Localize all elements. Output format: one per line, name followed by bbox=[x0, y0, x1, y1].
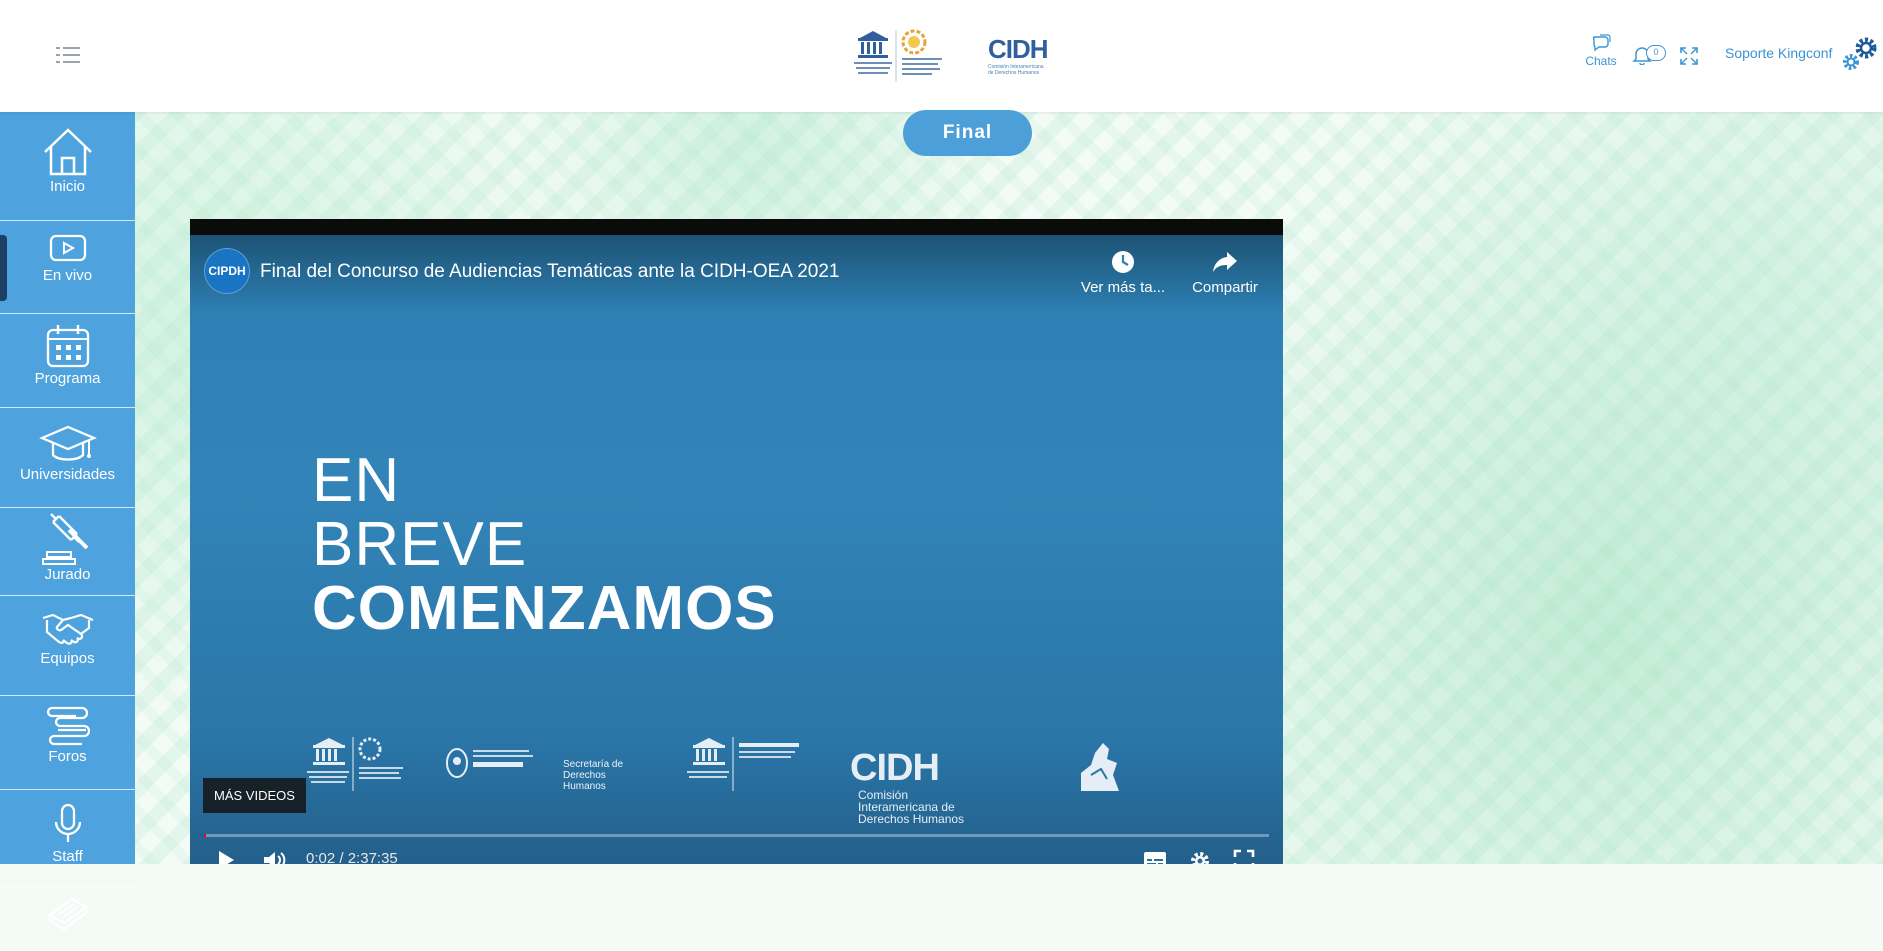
sponsor-unesco-logo bbox=[305, 735, 415, 795]
sponsor-emblem-logo bbox=[1073, 735, 1123, 795]
notifications-count-badge: 0 bbox=[1646, 45, 1666, 61]
sponsor-ministerio-logo bbox=[445, 735, 545, 795]
settings-button[interactable] bbox=[1188, 849, 1212, 864]
sidebar-item-programa[interactable]: Programa bbox=[0, 322, 135, 408]
sidebar-item-staff[interactable]: Staff bbox=[0, 802, 135, 887]
share-button[interactable]: Compartir bbox=[1180, 249, 1270, 296]
video-title[interactable]: Final del Concurso de Audiencias Temátic… bbox=[260, 261, 839, 283]
expand-icon bbox=[1680, 47, 1698, 65]
sidebar-item-label: Foros bbox=[48, 748, 87, 765]
sidebar-item-equipos[interactable]: Equipos bbox=[0, 610, 135, 696]
slide-line-2: BREVE bbox=[312, 510, 528, 579]
microphone-icon bbox=[54, 803, 81, 842]
volume-icon bbox=[264, 852, 286, 864]
sidebar-item-label: Universidades bbox=[19, 466, 116, 483]
sponsor-logos: Secretaría de Derechos Humanos CIDH Comi… bbox=[305, 735, 1165, 825]
sidebar-item-label: Staff bbox=[52, 848, 83, 865]
watch-later-button[interactable]: Ver más ta... bbox=[1073, 249, 1173, 296]
fullscreen-icon bbox=[1233, 849, 1255, 864]
play-button[interactable] bbox=[216, 849, 236, 864]
calendar-icon bbox=[46, 325, 89, 368]
gears-icon bbox=[1843, 37, 1877, 70]
sponsor-cidh-name: Comisión Interamericana de Derechos Huma… bbox=[858, 788, 965, 826]
final-stage-button[interactable]: Final bbox=[903, 110, 1032, 156]
clock-icon bbox=[1112, 251, 1134, 273]
chats-label: Chats bbox=[1585, 54, 1617, 68]
volume-button[interactable] bbox=[262, 849, 288, 864]
video-frame[interactable]: CIPDH Final del Concurso de Audiencias T… bbox=[190, 235, 1283, 864]
watch-later-label: Ver más ta... bbox=[1080, 279, 1166, 296]
slide-line-1: EN bbox=[312, 446, 401, 515]
time-separator: / bbox=[335, 850, 348, 864]
subtitles-button[interactable] bbox=[1143, 851, 1167, 864]
sidebar-item-label: Programa bbox=[34, 370, 101, 387]
video-progress-fill bbox=[204, 834, 207, 837]
notifications-button[interactable]: 0 bbox=[1632, 45, 1666, 70]
sidebar-item-foros[interactable]: Foros bbox=[0, 704, 135, 790]
chats-button[interactable]: Chats bbox=[1585, 34, 1617, 68]
cidh-logo: CIDH Comisión Interamericana de Derechos… bbox=[988, 36, 1050, 76]
support-link[interactable]: Soporte Kingconf bbox=[1725, 45, 1832, 61]
sponsor-cidh-logo: CIDH Comisión Interamericana de Derechos… bbox=[850, 747, 1050, 825]
gavel-icon bbox=[41, 513, 88, 565]
sidebar-item-book[interactable] bbox=[0, 891, 135, 951]
play-icon bbox=[219, 851, 234, 864]
sponsor-montevideo-logo bbox=[685, 735, 815, 795]
sidebar-item-label: Inicio bbox=[49, 178, 86, 195]
chat-bubble-icon bbox=[1592, 34, 1611, 52]
play-icon bbox=[49, 234, 86, 262]
menu-toggle-icon[interactable] bbox=[56, 46, 80, 64]
sidebar-item-en-vivo[interactable]: En vivo bbox=[0, 233, 135, 314]
settings-gears-button[interactable] bbox=[1840, 34, 1880, 79]
slide-line-3: COMENZAMOS bbox=[312, 574, 777, 643]
video-controls: 0:02 / 2:37:35 bbox=[190, 839, 1283, 864]
channel-avatar[interactable]: CIPDH bbox=[204, 248, 250, 294]
sidebar-item-label: En vivo bbox=[42, 267, 93, 284]
slide-headline: EN BREVE COMENZAMOS bbox=[312, 450, 777, 640]
sponsor-secretaria-text: Secretaría de Derechos Humanos bbox=[563, 759, 624, 792]
top-header: CIDH Comisión Interamericana de Derechos… bbox=[0, 0, 1883, 112]
time-current: 0:02 bbox=[306, 850, 336, 864]
unesco-logo bbox=[852, 28, 952, 84]
home-icon bbox=[43, 128, 92, 176]
handshake-icon bbox=[42, 613, 93, 645]
graduation-cap-icon bbox=[38, 425, 97, 461]
forum-icon bbox=[46, 706, 90, 746]
video-time: 0:02 / 2:37:35 bbox=[306, 850, 398, 864]
sidebar-item-jurado[interactable]: Jurado bbox=[0, 510, 135, 596]
video-player[interactable]: CIPDH Final del Concurso de Audiencias T… bbox=[190, 219, 1283, 864]
cidh-logo-text: CIDH bbox=[988, 34, 1049, 64]
share-label: Compartir bbox=[1192, 279, 1258, 296]
fullscreen-button[interactable] bbox=[1679, 46, 1699, 71]
fullscreen-video-button[interactable] bbox=[1233, 849, 1255, 864]
sidebar-item-inicio[interactable]: Inicio bbox=[0, 126, 135, 221]
more-videos-button[interactable]: MÁS VIDEOS bbox=[203, 778, 306, 813]
subtitles-icon bbox=[1144, 852, 1166, 864]
sidebar: Inicio En vivo Programa Universidades Ju… bbox=[0, 112, 135, 931]
cidh-logo-subtitle: Comisión Interamericana de Derechos Huma… bbox=[988, 64, 1044, 76]
sponsor-cidh-mark: CIDH bbox=[850, 747, 940, 789]
sidebar-item-label: Jurado bbox=[44, 566, 91, 583]
sidebar-item-label: Equipos bbox=[40, 650, 95, 667]
video-progress-bar[interactable] bbox=[204, 834, 1269, 837]
gear-icon bbox=[1191, 852, 1209, 864]
book-icon bbox=[47, 897, 88, 931]
sidebar-item-universidades[interactable]: Universidades bbox=[0, 422, 135, 508]
time-total: 2:37:35 bbox=[347, 850, 398, 864]
share-icon bbox=[1213, 252, 1237, 272]
